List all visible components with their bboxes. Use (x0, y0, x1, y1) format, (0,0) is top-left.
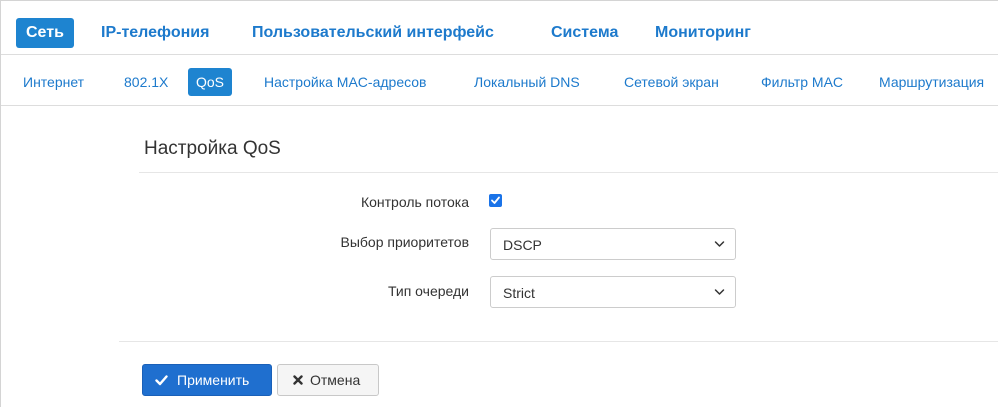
topnav-item-user-interface[interactable]: Пользовательский интерфейс (252, 18, 494, 48)
priority-select-value: DSCP (503, 237, 542, 253)
page-title: Настройка QoS (144, 138, 281, 159)
apply-button[interactable]: Применить (142, 364, 272, 396)
subnav-item-routing[interactable]: Маршрутизация (879, 68, 984, 96)
topnav-item-monitoring[interactable]: Мониторинг (655, 18, 751, 48)
section-divider (139, 172, 998, 173)
subnav-item-mac-settings[interactable]: Настройка MAC-адресов (264, 68, 427, 96)
subnav-item-local-dns[interactable]: Локальный DNS (474, 68, 580, 96)
flow-control-label: Контроль потока (360, 194, 469, 210)
topnav-item-system[interactable]: Система (551, 18, 618, 48)
chevron-down-icon (714, 289, 725, 295)
queue-type-select[interactable]: Strict (490, 276, 736, 308)
queue-type-label: Тип очереди (387, 283, 469, 299)
topnav-item-ip-telephony[interactable]: IP-телефония (101, 18, 209, 48)
app-frame: Сеть IP-телефония Пользовательский интер… (0, 0, 998, 407)
topnav-item-network[interactable]: Сеть (16, 18, 74, 48)
subnav-item-internet[interactable]: Интернет (23, 68, 84, 96)
chevron-down-icon (714, 241, 725, 247)
queue-type-select-value: Strict (503, 285, 535, 301)
flow-control-checkbox[interactable] (489, 194, 502, 207)
subnav-item-firewall[interactable]: Сетевой экран (624, 68, 719, 96)
subnav-item-8021x[interactable]: 802.1X (124, 68, 168, 96)
close-icon (293, 375, 303, 385)
sub-nav: Интернет 802.1X QoS Настройка MAC-адресо… (1, 56, 998, 106)
form-divider (119, 341, 998, 342)
priority-label: Выбор приоритетов (340, 234, 469, 250)
subnav-item-mac-filter[interactable]: Фильтр MAC (761, 68, 843, 96)
checkmark-icon (155, 375, 168, 386)
priority-select[interactable]: DSCP (490, 228, 736, 260)
apply-button-label: Применить (177, 372, 250, 388)
cancel-button[interactable]: Отмена (277, 364, 379, 396)
subnav-item-qos[interactable]: QoS (188, 68, 233, 96)
cancel-button-label: Отмена (310, 372, 361, 388)
checkmark-icon (491, 196, 500, 204)
top-nav: Сеть IP-телефония Пользовательский интер… (1, 1, 998, 55)
